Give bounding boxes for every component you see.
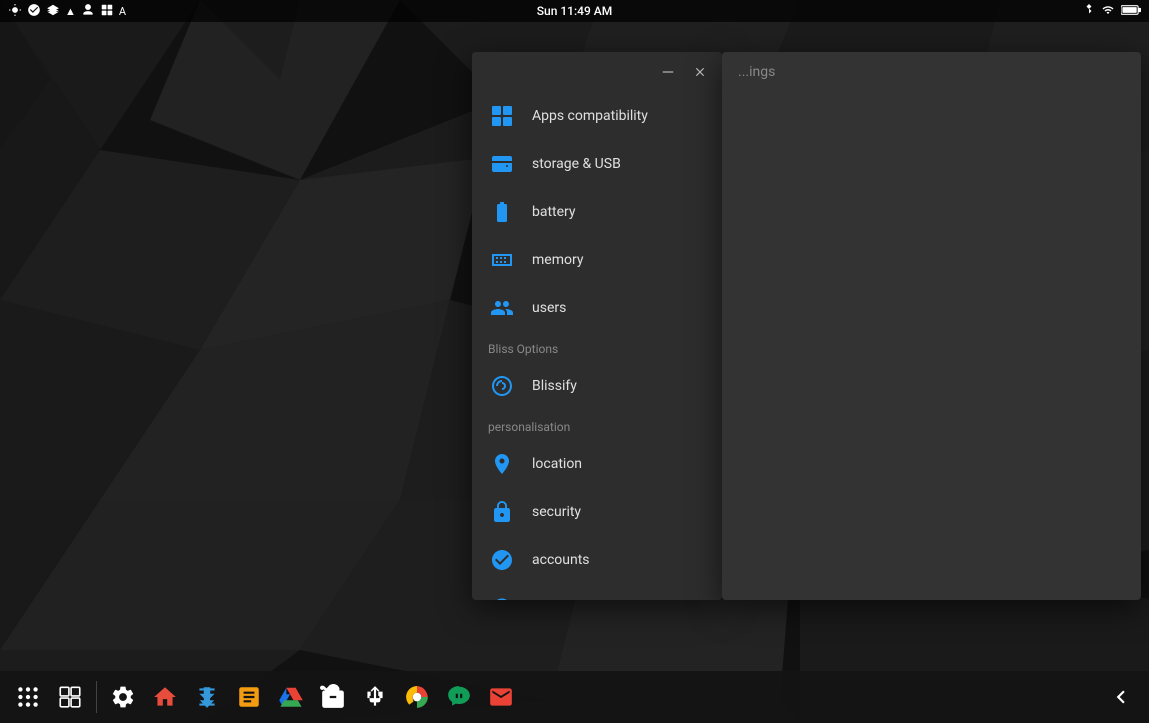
status-icon-5 xyxy=(81,3,95,20)
grid-icon xyxy=(488,102,516,130)
bluetooth-icon xyxy=(1083,3,1095,20)
status-bar: ▲ A Sun 11:49 AM xyxy=(0,0,1149,22)
status-icon-3 xyxy=(46,3,60,20)
wifi-icon xyxy=(1100,4,1116,19)
storage-icon xyxy=(488,150,516,178)
chrome-button[interactable] xyxy=(397,677,437,717)
menu-item-label: memory xyxy=(532,252,583,268)
blissify-icon xyxy=(488,372,516,400)
menu-item-label: Blissify xyxy=(532,378,577,394)
menu-item-blissify[interactable]: Blissify xyxy=(472,362,722,410)
menu-item-memory[interactable]: memory xyxy=(472,236,722,284)
battery-status-icon xyxy=(1121,4,1141,19)
settings-main-header: ...ings xyxy=(722,52,1141,92)
users-icon xyxy=(488,294,516,322)
status-icon-2 xyxy=(27,3,41,20)
status-bar-time: Sun 11:49 AM xyxy=(537,4,612,18)
store-button[interactable] xyxy=(313,677,353,717)
menu-item-battery[interactable]: battery xyxy=(472,188,722,236)
menu-item-location[interactable]: location xyxy=(472,440,722,488)
close-button[interactable] xyxy=(686,58,714,86)
menu-item-label: location xyxy=(532,456,582,472)
memory-icon xyxy=(488,246,516,274)
window-titlebar xyxy=(472,52,722,92)
menu-item-label: security xyxy=(532,504,581,520)
menu-item-label: users xyxy=(532,300,566,316)
status-icon-7: A xyxy=(119,5,126,18)
home-button[interactable] xyxy=(145,677,185,717)
section-header-bliss: Bliss Options xyxy=(472,332,722,362)
settings-main-panel: ...ings xyxy=(722,52,1141,600)
minimize-button[interactable] xyxy=(654,58,682,86)
settings-main-content xyxy=(722,92,1141,124)
menu-item-label: storage & USB xyxy=(532,156,621,172)
menu-item-label: accounts xyxy=(532,552,590,568)
accounts-icon xyxy=(488,546,516,574)
gmail-button[interactable] xyxy=(481,677,521,717)
launcher-button[interactable] xyxy=(8,677,48,717)
status-bar-left: ▲ A xyxy=(8,3,126,20)
settings-button[interactable] xyxy=(103,677,143,717)
menu-item-storage-usb[interactable]: storage & USB xyxy=(472,140,722,188)
status-icon-6 xyxy=(100,3,114,20)
menu-item-label: battery xyxy=(532,204,576,220)
menu-item-label: Apps compatibility xyxy=(532,108,648,124)
location-icon xyxy=(488,450,516,478)
usb-button[interactable] xyxy=(355,677,395,717)
battery-icon xyxy=(488,198,516,226)
recent-apps-button[interactable] xyxy=(50,677,90,717)
settings-content: Apps compatibility storage & USB battery… xyxy=(472,92,722,600)
status-icon-1 xyxy=(8,3,22,20)
taskbar xyxy=(0,671,1149,723)
status-bar-right xyxy=(1083,3,1141,20)
menu-item-apps-compatibility[interactable]: Apps compatibility xyxy=(472,92,722,140)
hangouts-button[interactable] xyxy=(439,677,479,717)
back-button[interactable] xyxy=(1101,677,1141,717)
settings-main-title: ...ings xyxy=(738,64,775,80)
drive-button[interactable] xyxy=(271,677,311,717)
section-header-personalisation: personalisation xyxy=(472,410,722,440)
google-icon xyxy=(488,594,516,600)
menu-item-accounts[interactable]: accounts xyxy=(472,536,722,584)
menu-item-google[interactable]: Google xyxy=(472,584,722,600)
menu-item-security[interactable]: security xyxy=(472,488,722,536)
status-icon-4: ▲ xyxy=(65,5,76,18)
taskbar-divider-1 xyxy=(96,681,97,713)
notes-button[interactable] xyxy=(229,677,269,717)
menu-item-users[interactable]: users xyxy=(472,284,722,332)
security-icon xyxy=(488,498,516,526)
settings-window: Apps compatibility storage & USB battery… xyxy=(472,52,722,600)
download-button[interactable] xyxy=(187,677,227,717)
